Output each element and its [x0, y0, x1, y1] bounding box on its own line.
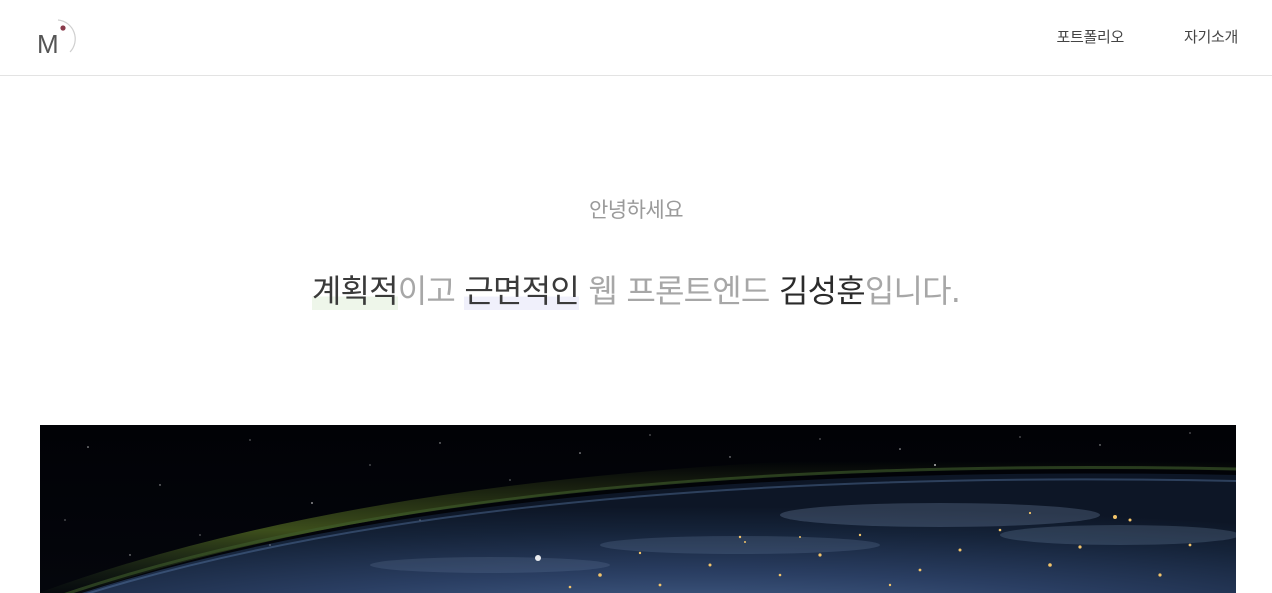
logo[interactable]: M	[36, 18, 78, 59]
headline-keyword-planned: 계획적	[311, 272, 399, 310]
site-header: M 포트폴리오 자기소개	[0, 0, 1272, 76]
headline-role: 웹 프론트엔드	[578, 272, 779, 310]
logo-icon: M	[37, 19, 76, 59]
headline: 계획적이고 근면적인 웹 프론트엔드 김성훈입니다.	[0, 266, 1272, 312]
headline-connector: 이고	[397, 272, 465, 310]
headline-name: 김성훈	[778, 272, 866, 310]
hero-section: 안녕하세요 계획적이고 근면적인 웹 프론트엔드 김성훈입니다.	[0, 76, 1272, 425]
headline-ending: 입니다.	[864, 272, 961, 310]
nav-item-about[interactable]: 자기소개	[1184, 26, 1238, 47]
earth-from-space-image	[40, 425, 1236, 593]
headline-keyword-diligent: 근면적인	[464, 272, 580, 310]
main-nav: 포트폴리오 자기소개	[1056, 26, 1238, 47]
nav-item-portfolio[interactable]: 포트폴리오	[1056, 26, 1124, 47]
greeting-text: 안녕하세요	[588, 198, 684, 222]
logo-letter: M	[37, 29, 59, 58]
